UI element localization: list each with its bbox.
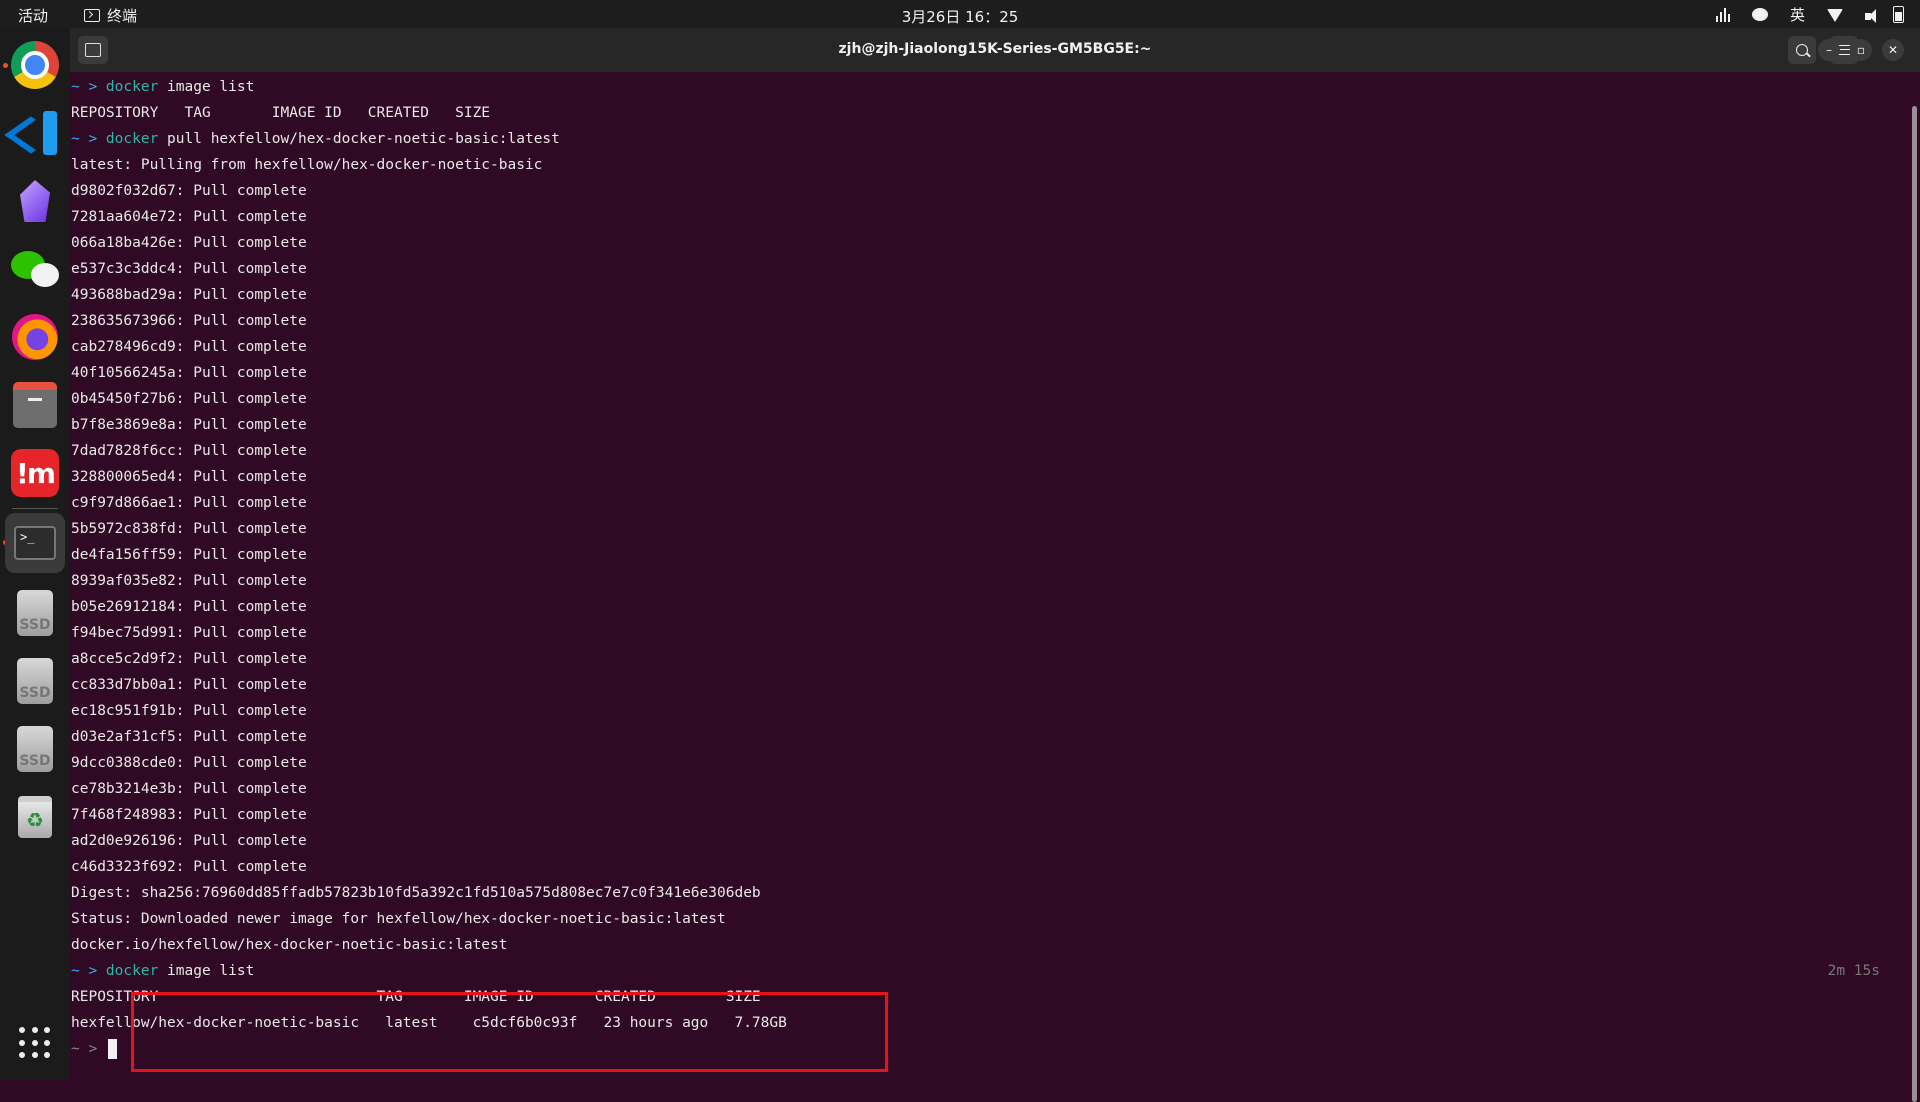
scrollbar[interactable] [1912,106,1917,1102]
output-line: 7f468f248983: Pull complete [71,807,307,823]
maximize-button[interactable]: ▫ [1850,39,1872,61]
files-icon [13,382,57,428]
command-line: ~ > docker image list [71,958,254,984]
output-line: 066a18ba426e: Pull complete [71,235,307,251]
output-line: 7281aa604e72: Pull complete [71,209,307,225]
battery-icon[interactable] [1893,6,1904,23]
dock-chrome[interactable] [10,40,60,90]
dock-files[interactable] [10,380,60,430]
search-icon [1796,44,1808,56]
firefox-icon [12,314,58,360]
dock-terminal[interactable]: >_ [5,513,65,573]
prompt: ~ > [71,963,106,979]
command-word: docker [105,131,159,147]
command-line: ~ > docker image list [71,74,254,100]
output-line: 8939af035e82: Pull complete [71,573,307,589]
prompt: ~ > [71,131,106,147]
output-line: 40f10566245a: Pull complete [71,365,307,381]
ssd-icon: SSD [17,590,53,636]
vscode-icon [13,111,57,155]
output-line: b7f8e3869e8a: Pull complete [71,417,307,433]
dock-separator [12,508,58,509]
app-grid-icon [19,1027,51,1059]
output-line: ad2d0e926196: Pull complete [71,833,307,849]
close-button[interactable]: ✕ [1882,39,1904,61]
command-word: docker [105,79,159,95]
output-line: docker.io/hexfellow/hex-docker-noetic-ba… [71,937,508,953]
output-line: 238635673966: Pull complete [71,313,307,329]
dock-trash[interactable]: ♻ [10,792,60,842]
dock-wechat[interactable] [10,244,60,294]
search-button[interactable] [1788,36,1816,64]
terminal-window: zjh@zjh-Jiaolong15K-Series-GM5BG5E:~ – ▫… [70,28,1920,1102]
command-args: image list [158,79,255,95]
output-line: ce78b3214e3b: Pull complete [71,781,307,797]
command-word: docker [105,963,159,979]
active-prompt-line: ~ > [71,1036,117,1062]
wechat-tray-icon[interactable] [1751,8,1768,21]
output-line: b05e26912184: Pull complete [71,599,307,615]
dock-ssd-3[interactable]: SSD [10,724,60,774]
output-line: 5b5972c838fd: Pull complete [71,521,307,537]
dock-obsidian[interactable] [10,176,60,226]
output-line: c46d3323f692: Pull complete [71,859,307,875]
wechat-icon [11,247,59,291]
command-line: ~ > docker pull hexfellow/hex-docker-noe… [71,126,560,152]
prompt: ~ > [71,1041,106,1057]
output-line: 7dad7828f6cc: Pull complete [71,443,307,459]
trash-icon: ♻ [18,796,52,838]
output-line: cab278496cd9: Pull complete [71,339,307,355]
dock-app-red[interactable]: !m [10,448,60,498]
output-line: latest: Pulling from hexfellow/hex-docke… [71,157,543,173]
output-line: a8cce5c2d9f2: Pull complete [71,651,307,667]
terminal-output[interactable]: ~ > docker image list REPOSITORY TAG IMAG… [70,72,1900,1080]
output-line: ec18c951f91b: Pull complete [71,703,307,719]
dock-firefox[interactable] [10,312,60,362]
obsidian-icon [20,180,50,222]
terminal-icon: >_ [14,526,56,560]
output-line: cc833d7bb0a1: Pull complete [71,677,307,693]
dock-ssd-1[interactable]: SSD [10,588,60,638]
output-line: Digest: sha256:76960dd85ffadb57823b10fd5… [71,885,761,901]
output-line: de4fa156ff59: Pull complete [71,547,307,563]
window-title: zjh@zjh-Jiaolong15K-Series-GM5BG5E:~ [838,41,1152,57]
output-line: c9f97d866ae1: Pull complete [71,495,307,511]
elapsed-time: 2m 15s [1827,963,1880,979]
output-line: d9802f032d67: Pull complete [71,183,307,199]
command-args: pull hexfellow/hex-docker-noetic-basic:l… [158,131,560,147]
title-bar[interactable]: zjh@zjh-Jiaolong15K-Series-GM5BG5E:~ – ▫… [70,28,1920,72]
output-line: 9dcc0388cde0: Pull complete [71,755,307,771]
output-line: 328800065ed4: Pull complete [71,469,307,485]
dock-ssd-2[interactable]: SSD [10,656,60,706]
wifi-icon[interactable] [1827,9,1843,22]
ssd-icon: SSD [17,658,53,704]
chrome-icon [11,41,59,89]
prompt: ~ > [71,79,106,95]
ime-indicator[interactable]: 英 [1790,4,1805,25]
highlight-box [131,992,888,1072]
output-line: e537c3c3ddc4: Pull complete [71,261,307,277]
output-line: REPOSITORY TAG IMAGE ID CREATED SIZE [71,105,491,121]
ssd-icon: SSD [17,726,53,772]
app-red-icon: !m [11,449,59,497]
volume-icon[interactable] [1865,9,1876,23]
running-indicator [3,63,8,68]
clock[interactable]: 3月26日 16：25 [0,6,1920,27]
text-cursor[interactable] [107,1039,117,1059]
show-apps-button[interactable] [10,1018,60,1068]
output-line: Status: Downloaded newer image for hexfe… [71,911,726,927]
minimize-button[interactable]: – [1818,39,1840,61]
dock-vscode[interactable] [10,108,60,158]
top-bar: 活动 终端 3月26日 16：25 英 [0,0,1920,28]
output-line: f94bec75d991: Pull complete [71,625,307,641]
bars-icon[interactable] [1715,7,1730,22]
output-line: 0b45450f27b6: Pull complete [71,391,307,407]
output-line: d03e2af31cf5: Pull complete [71,729,307,745]
command-args: image list [158,963,255,979]
dock: !m >_ SSD SSD SSD ♻ [0,28,70,1080]
output-line: 493688bad29a: Pull complete [71,287,307,303]
